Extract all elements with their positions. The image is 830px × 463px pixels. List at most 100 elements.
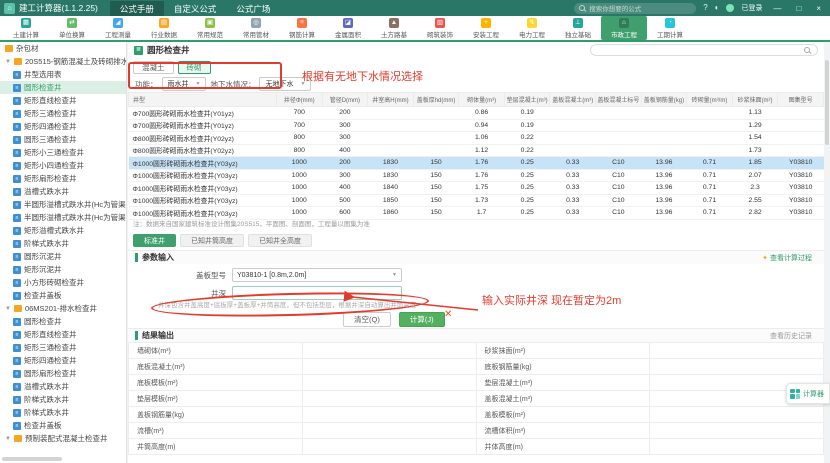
document-icon: ≡	[13, 265, 21, 274]
well-tab-1[interactable]: 已知井筒高度	[180, 233, 244, 247]
sidebar-item[interactable]: ≡ 圆形检查井	[0, 81, 126, 94]
sidebar-item[interactable]: ≡ 矩形四通检查井	[0, 120, 126, 133]
table-row[interactable]: Φ800圆形砖砌雨水检查井(Y02yz) 800 400 1.12 0.22 1.73	[128, 144, 824, 157]
column-header: 井室高H(mm)	[367, 92, 414, 107]
result-value	[301, 358, 477, 375]
toolbar-item-6[interactable]: ≡ 钢筋计算	[279, 16, 325, 40]
sidebar-item[interactable]: ≡ 矩形扇形检查井	[0, 172, 126, 185]
sidebar-group-2[interactable]: ▼ 预制装配式混凝土检查井	[0, 432, 126, 445]
table-row[interactable]: Φ1000圆形砖砌雨水检查井(Y03yz) 1000 300 1830 150 1.76 0…	[128, 169, 824, 182]
toolbar-item-2[interactable]: ◢ 工程测量	[95, 16, 141, 40]
sidebar-item[interactable]: ≡ 矩形直线检查井	[0, 328, 126, 341]
toolbar-item-12[interactable]: ⊥ 独立基础	[555, 16, 601, 40]
sidebar-group-0[interactable]: ▼ 20S515-钢筋混凝土及砖砌排水检查井	[0, 55, 126, 68]
result-row: 墙砌体(m³) 砂浆抹面(m²)	[128, 342, 824, 359]
toolbar-item-13[interactable]: ⌂ 市政工程	[601, 16, 647, 40]
table-row[interactable]: Φ1000圆形砖砌雨水检查井(Y03yz) 1000 400 1840 150 1.75 0…	[128, 181, 824, 195]
depth-input[interactable]	[232, 286, 402, 300]
table-row[interactable]: Φ1000圆形砖砌雨水检查井(Y03yz) 1000 500 1850 150 1.73 0…	[128, 194, 824, 207]
well-tab-0[interactable]: 标准井	[133, 233, 176, 247]
theme-icon[interactable]: ◐	[715, 0, 720, 16]
sidebar-item[interactable]: ≡ 矩形小三通检查井	[0, 146, 126, 159]
table-row[interactable]: Φ1000圆形砖砌雨水检查井(Y03yz) 1000 200 1830 150 1.76 0…	[128, 156, 824, 170]
titlebar-search[interactable]: 搜索你想要的公式	[574, 2, 697, 14]
sidebar-item[interactable]: ≡ 小方形砖砌检查井	[0, 276, 126, 289]
sidebar-item[interactable]: ≡ 圆形沉泥井	[0, 250, 126, 263]
table-cell: 2.3	[732, 181, 778, 195]
sidebar-item[interactable]: ≡ 矩形沉泥井	[0, 263, 126, 276]
table-row[interactable]: Φ800圆形砖砌雨水检查井(Y02yz) 800 300 1.06 0.22 1.54	[128, 131, 824, 145]
sidebar: 杂包材 ▼ 20S515-钢筋混凝土及砖砌排水检查井 ≡ 井型选用表 ≡ 圆形检…	[0, 42, 127, 463]
toolbar-item-8[interactable]: ▲ 土方路基	[371, 16, 417, 40]
menu-item-2[interactable]: 公式广场	[226, 1, 280, 17]
sidebar-item[interactable]: ≡ 圆形三通检查井	[0, 133, 126, 146]
main-search[interactable]	[590, 44, 818, 56]
sidebar-item[interactable]: ≡ 矩形三通检查井	[0, 107, 126, 120]
toolbar-item-7[interactable]: ◪ 金属面积	[325, 16, 371, 40]
view-process-link[interactable]: ✦ 查看计算过程	[762, 253, 824, 263]
toolbar-item-9[interactable]: ▥ 砌筑装饰	[417, 16, 463, 40]
toolbar-item-1[interactable]: ⇄ 单位换算	[49, 16, 95, 40]
sidebar-item[interactable]: ≡ 矩形直线检查井	[0, 94, 126, 107]
clear-button[interactable]: 清空(Q)	[343, 311, 391, 327]
result-label: 砂浆抹面(m²)	[475, 342, 651, 359]
filter-water-select[interactable]: 无地下水 ▼	[259, 77, 312, 91]
history-link[interactable]: 查看历史记录	[770, 331, 824, 341]
sidebar-item[interactable]: ≡ 阶梯式跌水井	[0, 237, 126, 250]
column-header: 盖板厚hd(mm)	[412, 92, 460, 107]
table-cell: Y03810	[777, 156, 824, 170]
toolbar-item-14[interactable]: ◔ 工期计算	[647, 16, 693, 40]
sidebar-group-1[interactable]: ▼ 06MS201-排水检查井	[0, 302, 126, 315]
sidebar-item[interactable]: ≡ 圆形检查井	[0, 315, 126, 328]
sidebar-item[interactable]: ≡ 矩形三通检查井	[0, 341, 126, 354]
calculator-fab[interactable]: 计算器	[786, 383, 830, 404]
help-icon[interactable]: ?	[703, 0, 707, 16]
sidebar-item[interactable]: ≡ 半圆形溢槽式跌水井(Hc为管渠高)	[0, 198, 126, 211]
maximize-button[interactable]: □	[792, 4, 805, 13]
close-button[interactable]: ×	[812, 4, 825, 13]
table-cell: Y03810	[777, 194, 824, 207]
toolbar-item-10[interactable]: + 安装工程	[463, 16, 509, 40]
document-icon: ≡	[13, 408, 21, 417]
sidebar-item[interactable]: ≡ 矩形小四通检查井	[0, 159, 126, 172]
sidebar-item[interactable]: ≡ 矩形四通检查井	[0, 354, 126, 367]
filter-func-select[interactable]: 雨水井 ▼	[161, 77, 207, 91]
sidebar-item[interactable]: ≡ 溢槽式跌水井	[0, 380, 126, 393]
main-vertical-scrollbar[interactable]	[825, 60, 829, 145]
sidebar-item[interactable]: ≡ 溢槽式跌水井	[0, 185, 126, 198]
toolbar-item-5[interactable]: ◎ 常用管材	[233, 16, 279, 40]
sidebar-item[interactable]: ≡ 矩形溢槽式跌水井	[0, 224, 126, 237]
sidebar-item[interactable]: ≡ 检查井盖板	[0, 419, 126, 432]
menu-item-1[interactable]: 自定义公式	[164, 1, 227, 17]
table-cell: C10	[595, 181, 642, 195]
sidebar-item[interactable]: ≡ 半圆形溢槽式跌水井(Hc为管渠高)	[0, 211, 126, 224]
calc-button[interactable]: 计算(J)	[398, 311, 445, 327]
caret-down-icon: ▼	[5, 435, 11, 442]
table-cell	[413, 144, 459, 157]
material-tab-0[interactable]: 混凝土	[133, 60, 174, 74]
sidebar-item[interactable]: ≡ 圆形扇形检查井	[0, 367, 126, 380]
material-tab-1[interactable]: 砖砌	[177, 60, 211, 74]
well-tab-2[interactable]: 已知井全高度	[248, 233, 312, 247]
toolbar-item-0[interactable]: ▦ 土建计算	[3, 16, 49, 40]
sidebar-item[interactable]: ≡ 检查井盖板	[0, 289, 126, 302]
sidebar-item-root[interactable]: 杂包材	[0, 42, 126, 55]
sidebar-item[interactable]: ≡ 井型选用表	[0, 68, 126, 81]
toolbar-item-11[interactable]: ↯ 电力工程	[509, 16, 555, 40]
minimize-button[interactable]: —	[769, 4, 785, 13]
table-row[interactable]: Φ1000圆形砖砌雨水检查井(Y03yz) 1000 600 1860 150 1.7 0.…	[128, 206, 824, 220]
sidebar-item[interactable]: ≡ 阶梯式跌水井	[0, 393, 126, 406]
cover-model-select[interactable]: Y03810-1 [0.8m,2.0m] ▼	[232, 268, 402, 282]
sidebar-item[interactable]: ≡ 阶梯式跌水井	[0, 406, 126, 419]
page-title: 圆形检查井	[147, 45, 190, 55]
toolbar-item-4[interactable]: ▣ 常用规范	[187, 16, 233, 40]
sidebar-horizontal-scrollbar[interactable]	[2, 457, 62, 461]
table-row[interactable]: Φ700圆形砖砌雨水检查井(Y01yz) 700 200 0.86 0.19 1.13	[128, 106, 824, 120]
table-cell: 0.25	[504, 156, 550, 170]
menu-item-0[interactable]: 公式手册	[109, 1, 164, 17]
table-cell: 1000	[276, 181, 323, 195]
table-row[interactable]: Φ700圆形砖砌雨水检查井(Y01yz) 700 300 0.94 0.19 1.29	[128, 119, 824, 132]
table-cell: Φ700圆形砖砌雨水检查井(Y01yz)	[128, 106, 277, 120]
section-accent-bar	[135, 253, 138, 262]
toolbar-item-3[interactable]: ▤ 行业数据	[141, 16, 187, 40]
